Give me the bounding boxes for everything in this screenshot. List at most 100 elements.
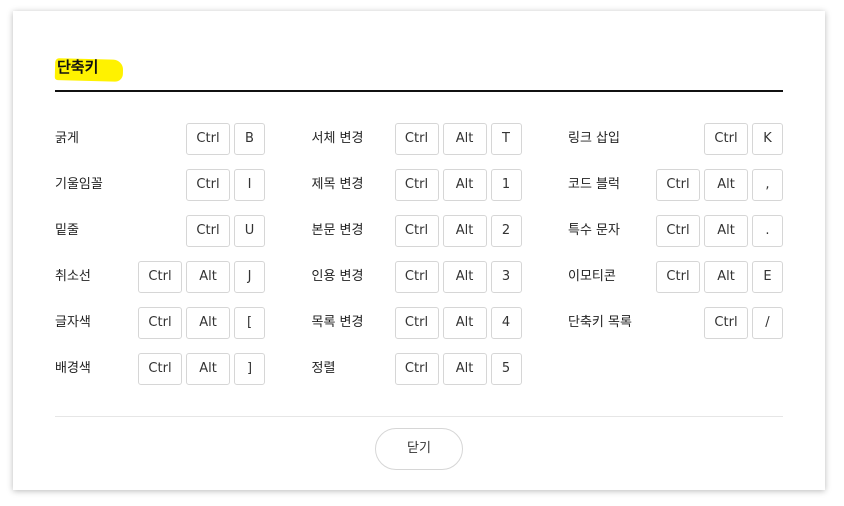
key-cap: . xyxy=(752,215,783,247)
shortcuts-dialog: 단축키 굵게 Ctrl B 기울임꼴 Ctrl I 밑줄 Ctrl U 취소선 Ctrl Alt J 글자… xyxy=(13,11,825,490)
key-combination: Ctrl Alt, xyxy=(656,169,783,201)
shortcut-grid: 굵게 Ctrl B 기울임꼴 Ctrl I 밑줄 Ctrl U 취소선 Ctrl Alt J 글자색 Ctr… xyxy=(55,123,783,399)
key-cap: E xyxy=(752,261,783,293)
key-cap: Ctrl xyxy=(138,307,182,339)
shortcut-row: 글자색 Ctrl Alt[ xyxy=(55,307,265,353)
key-combination: Ctrl Alt 4 xyxy=(394,307,522,339)
footer-divider xyxy=(55,416,783,417)
key-cap: [ xyxy=(234,307,265,339)
key-cap: 3 xyxy=(490,261,522,293)
key-cap: Alt xyxy=(704,215,748,247)
shortcut-label: 목록 변경 xyxy=(311,315,364,330)
shortcut-label: 배경색 xyxy=(55,361,91,376)
key-cap: K xyxy=(752,123,783,155)
shortcut-label: 특수 문자 xyxy=(568,223,620,238)
key-cap: T xyxy=(490,123,522,155)
shortcut-label: 서체 변경 xyxy=(311,131,364,146)
key-cap: Alt xyxy=(186,307,230,339)
shortcut-label: 코드 블럭 xyxy=(568,177,620,192)
key-combination: Ctrl Alt 3 xyxy=(394,261,522,293)
key-cap: Ctrl xyxy=(138,353,182,385)
shortcut-label: 기울임꼴 xyxy=(55,177,103,192)
shortcut-label: 글자색 xyxy=(55,315,91,330)
key-cap: Alt xyxy=(186,261,230,293)
key-cap: Alt xyxy=(442,353,487,385)
shortcut-row: 서체 변경 Ctrl Alt T xyxy=(312,123,522,169)
dialog-title-wrap: 단축키 xyxy=(54,55,124,87)
shortcut-row: 취소선 Ctrl Alt J xyxy=(55,261,265,307)
shortcut-label: 본문 변경 xyxy=(311,223,364,238)
close-button[interactable]: 닫기 xyxy=(375,428,463,470)
key-cap: Ctrl xyxy=(186,123,230,155)
shortcut-row: 링크 삽입 Ctrl K xyxy=(568,123,783,169)
shortcut-row: 코드 블럭 Ctrl Alt, xyxy=(568,169,783,215)
shortcut-row: 밑줄 Ctrl U xyxy=(55,215,265,261)
key-combination: Ctrl Alt 5 xyxy=(394,353,522,385)
shortcut-column-2: 서체 변경 Ctrl Alt T 제목 변경 Ctrl Alt 1 본문 변경 Ctrl Alt 2 인… xyxy=(312,123,522,399)
shortcut-label: 단축키 목록 xyxy=(568,315,632,330)
key-combination: Ctrl B xyxy=(186,123,265,155)
key-cap: Ctrl xyxy=(704,307,748,339)
title-divider xyxy=(55,90,783,92)
key-cap: Ctrl xyxy=(394,215,439,247)
key-cap: ] xyxy=(234,353,265,385)
key-combination: Ctrl / xyxy=(704,307,783,339)
shortcut-row: 이모티콘 Ctrl Alt E xyxy=(568,261,783,307)
key-cap: 1 xyxy=(490,169,522,201)
shortcut-label: 인용 변경 xyxy=(311,269,364,284)
shortcut-row: 목록 변경 Ctrl Alt 4 xyxy=(312,307,522,353)
shortcut-label: 제목 변경 xyxy=(311,177,364,192)
key-cap: Alt xyxy=(704,261,748,293)
shortcut-row: 기울임꼴 Ctrl I xyxy=(55,169,265,215)
key-combination: Ctrl Alt[ xyxy=(138,307,265,339)
key-combination: Ctrl Alt T xyxy=(394,123,522,155)
key-cap: 2 xyxy=(490,215,522,247)
key-cap: J xyxy=(234,261,265,293)
shortcut-label: 취소선 xyxy=(55,269,91,284)
key-cap: Ctrl xyxy=(704,123,748,155)
key-cap: , xyxy=(752,169,783,201)
shortcut-label: 밑줄 xyxy=(55,223,79,238)
shortcut-column-1: 굵게 Ctrl B 기울임꼴 Ctrl I 밑줄 Ctrl U 취소선 Ctrl Alt J 글자색 Ctr… xyxy=(55,123,265,399)
key-cap: U xyxy=(234,215,265,247)
key-cap: Alt xyxy=(442,123,487,155)
shortcut-row: 인용 변경 Ctrl Alt 3 xyxy=(312,261,522,307)
key-combination: Ctrl Alt 2 xyxy=(394,215,522,247)
key-combination: Ctrl Alt E xyxy=(656,261,783,293)
key-combination: Ctrl Alt] xyxy=(138,353,265,385)
key-cap: Ctrl xyxy=(656,261,700,293)
key-cap: Ctrl xyxy=(138,261,182,293)
key-cap: Ctrl xyxy=(394,307,439,339)
key-cap: B xyxy=(234,123,265,155)
key-cap: Alt xyxy=(442,169,487,201)
key-cap: Alt xyxy=(442,215,487,247)
shortcut-label: 링크 삽입 xyxy=(568,131,620,146)
key-cap: Alt xyxy=(442,307,487,339)
key-cap: Ctrl xyxy=(394,353,439,385)
key-cap: Alt xyxy=(186,353,230,385)
dialog-title: 단축키 xyxy=(57,58,99,76)
key-cap: Ctrl xyxy=(186,215,230,247)
shortcut-label: 정렬 xyxy=(311,361,336,376)
key-combination: Ctrl I xyxy=(186,169,265,201)
key-combination: Ctrl Alt. xyxy=(656,215,783,247)
shortcut-row: 본문 변경 Ctrl Alt 2 xyxy=(312,215,522,261)
shortcut-column-3: 링크 삽입 Ctrl K 코드 블럭 Ctrl Alt, 특수 문자 Ctrl Alt. 이모티콘… xyxy=(568,123,783,399)
key-cap: Ctrl xyxy=(394,261,439,293)
shortcut-row: 특수 문자 Ctrl Alt. xyxy=(568,215,783,261)
key-combination: Ctrl Alt 1 xyxy=(394,169,522,201)
key-cap: I xyxy=(234,169,265,201)
key-cap: 5 xyxy=(490,353,522,385)
key-combination: Ctrl Alt J xyxy=(138,261,265,293)
key-combination: Ctrl K xyxy=(704,123,783,155)
shortcut-row: 단축키 목록 Ctrl / xyxy=(568,307,783,353)
shortcut-row: 배경색 Ctrl Alt] xyxy=(55,353,265,399)
key-cap: Ctrl xyxy=(394,123,439,155)
shortcut-label: 굵게 xyxy=(55,131,79,146)
shortcut-row: 정렬 Ctrl Alt 5 xyxy=(312,353,522,399)
shortcut-row: 제목 변경 Ctrl Alt 1 xyxy=(312,169,522,215)
key-cap: / xyxy=(752,307,783,339)
key-cap: Ctrl xyxy=(656,169,700,201)
shortcut-row: 굵게 Ctrl B xyxy=(55,123,265,169)
key-cap: 4 xyxy=(490,307,522,339)
